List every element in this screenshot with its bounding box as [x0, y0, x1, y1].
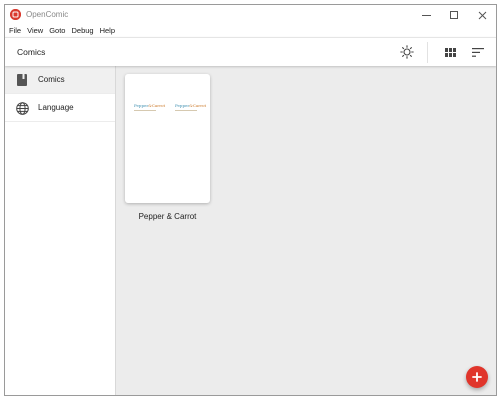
cover-subtitle-line [134, 110, 156, 111]
sidebar-item-label: Language [38, 103, 74, 112]
menu-bar: File View Goto Debug Help [5, 25, 496, 37]
minimize-icon [421, 14, 431, 16]
page-title: Comics [17, 47, 46, 57]
cover-logo: Pepper&Carrot [134, 103, 166, 108]
sidebar-item-comics[interactable]: Comics [5, 66, 115, 94]
menu-goto[interactable]: Goto [49, 25, 65, 37]
menu-help[interactable]: Help [100, 25, 115, 37]
title-bar: OpenComic [5, 5, 496, 25]
globe-icon [15, 101, 29, 115]
theme-toggle-button[interactable] [398, 43, 416, 61]
grid-view-icon [444, 47, 456, 57]
sidebar-item-label: Comics [38, 75, 65, 84]
cover-subtitle-line [175, 110, 197, 111]
sidebar-item-language[interactable]: Language [5, 94, 115, 122]
comic-card[interactable]: Pepper&Carrot Pepper&Carrot [125, 74, 210, 203]
sidebar: Comics Language [5, 66, 116, 395]
maximize-icon [450, 11, 458, 19]
cover-page-right: Pepper&Carrot [175, 103, 207, 114]
maximize-button[interactable] [440, 5, 468, 25]
close-icon [478, 11, 486, 19]
sort-icon [472, 47, 484, 57]
minimize-button[interactable] [412, 5, 440, 25]
grid-view-button[interactable] [441, 43, 459, 61]
close-button[interactable] [468, 5, 496, 25]
menu-debug[interactable]: Debug [71, 25, 93, 37]
app-window: OpenComic File View Goto Debug Help Comi… [4, 4, 497, 396]
app-logo-icon [10, 9, 21, 20]
brightness-icon [400, 45, 414, 59]
cover-page-left: Pepper&Carrot [134, 103, 166, 114]
sort-button[interactable] [469, 43, 487, 61]
book-icon [15, 73, 29, 87]
add-comic-button[interactable] [466, 366, 488, 388]
window-title: OpenComic [26, 10, 69, 19]
menu-file[interactable]: File [9, 25, 21, 37]
library-content: Pepper&Carrot Pepper&Carrot Pepper & Car… [116, 66, 496, 395]
app-header: Comics [5, 37, 496, 66]
plus-icon [472, 372, 482, 382]
menu-view[interactable]: View [27, 25, 43, 37]
header-divider [427, 42, 428, 63]
cover-logo: Pepper&Carrot [175, 103, 207, 108]
comic-title[interactable]: Pepper & Carrot [125, 212, 210, 221]
